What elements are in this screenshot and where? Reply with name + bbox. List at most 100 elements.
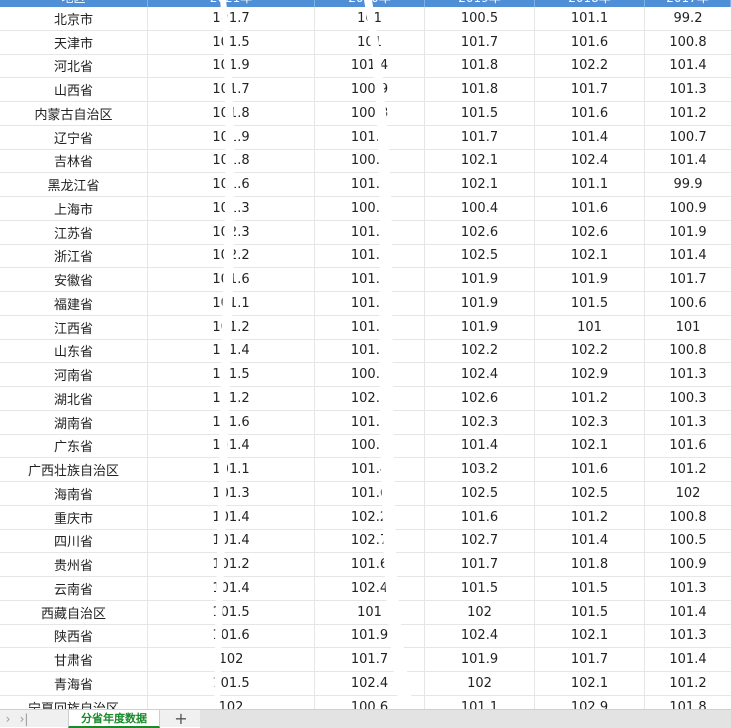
value-cell[interactable]: 100.5 [645,530,731,553]
region-cell[interactable]: 湖南省 [0,410,148,434]
value-cell[interactable]: 101.6 [535,102,645,125]
value-cell[interactable]: 101.1 [148,292,315,315]
value-cell[interactable]: 102.4 [535,149,645,173]
value-cell[interactable]: 100.8 [315,434,425,458]
value-cell[interactable]: 101.3 [645,411,731,434]
region-cell[interactable]: 山东省 [0,339,148,363]
value-cell[interactable]: 101.4 [315,54,425,78]
value-cell[interactable]: 102 [645,482,731,505]
value-cell[interactable]: 101.9 [425,268,535,291]
value-cell[interactable]: 100.8 [645,340,731,363]
value-cell[interactable]: 101.2 [645,458,731,481]
value-cell[interactable]: 102.2 [535,54,645,78]
value-cell[interactable]: 103.2 [425,458,535,481]
region-cell[interactable]: 宁夏回族自治区 [0,695,148,709]
value-cell[interactable]: 101 [315,7,425,30]
value-cell[interactable]: 101.8 [148,102,315,125]
region-cell[interactable]: 西藏自治区 [0,600,148,624]
region-cell[interactable]: 江西省 [0,315,148,339]
value-cell[interactable]: 101.4 [315,458,425,481]
value-cell[interactable]: 101.2 [535,505,645,529]
value-cell[interactable]: 101.5 [535,292,645,315]
value-cell[interactable]: 102.4 [425,624,535,648]
value-cell[interactable]: 102.2 [315,505,425,529]
value-cell[interactable]: 100.9 [645,553,731,576]
value-cell[interactable]: 101.4 [645,150,731,173]
sheet-tab-active[interactable]: 分省年度数据 [68,709,160,728]
value-cell[interactable]: 102 [425,672,535,695]
value-cell[interactable]: 100.5 [425,7,535,30]
value-cell[interactable]: 101.9 [315,624,425,648]
value-cell[interactable]: 101.9 [425,292,535,315]
region-cell[interactable]: 四川省 [0,529,148,553]
value-cell[interactable]: 102.7 [425,529,535,553]
value-cell[interactable]: 101.9 [148,54,315,78]
value-cell[interactable]: 101.5 [148,363,315,386]
value-cell[interactable]: 100.8 [315,149,425,173]
value-cell[interactable]: 101.8 [535,553,645,576]
value-cell[interactable]: 100.7 [645,126,731,149]
value-cell[interactable]: 101.3 [315,410,425,434]
value-cell[interactable]: 101.7 [148,7,315,30]
value-cell[interactable]: 101.9 [425,648,535,671]
value-cell[interactable]: 101.3 [148,197,315,220]
region-cell[interactable]: 陕西省 [0,624,148,648]
value-cell[interactable]: 102.4 [315,577,425,600]
value-cell[interactable]: 101.9 [148,125,315,149]
value-cell[interactable]: 101.6 [535,458,645,481]
value-cell[interactable]: 101.4 [645,648,731,671]
value-cell[interactable]: 102.1 [425,173,535,196]
value-cell[interactable]: 101 [535,315,645,339]
value-cell[interactable]: 100.4 [425,197,535,220]
value-cell[interactable]: 101.2 [315,244,425,268]
value-cell[interactable]: 101.9 [645,221,731,244]
value-cell[interactable]: 101.8 [425,54,535,78]
value-cell[interactable]: 102 [148,648,315,671]
region-cell[interactable]: 吉林省 [0,149,148,173]
value-cell[interactable]: 101.8 [148,149,315,173]
value-cell[interactable]: 101.4 [645,245,731,268]
region-cell[interactable]: 海南省 [0,482,148,505]
region-cell[interactable]: 内蒙古自治区 [0,102,148,125]
value-cell[interactable]: 101.4 [148,339,315,363]
region-cell[interactable]: 甘肃省 [0,648,148,671]
value-cell[interactable]: 101.6 [535,30,645,54]
column-header-2[interactable]: 2020年 [315,0,425,7]
value-cell[interactable]: 101.4 [148,577,315,600]
value-cell[interactable]: 102.5 [425,244,535,268]
value-cell[interactable]: 101.7 [535,648,645,671]
column-header-4[interactable]: 2018年 [535,0,645,7]
add-sheet-button[interactable]: + [172,709,190,728]
value-cell[interactable]: 101.6 [148,173,315,196]
column-header-5[interactable]: 2017年 [645,0,731,7]
region-cell[interactable]: 上海市 [0,197,148,220]
column-header-1[interactable]: 2021年 [148,0,315,7]
value-cell[interactable]: 99.9 [645,173,731,196]
value-cell[interactable]: 101.6 [315,268,425,291]
value-cell[interactable]: 101.5 [148,672,315,695]
value-cell[interactable]: 101.4 [535,529,645,553]
value-cell[interactable]: 101.6 [315,482,425,505]
region-cell[interactable]: 北京市 [0,7,148,30]
value-cell[interactable]: 102.1 [535,434,645,458]
value-cell[interactable]: 102.2 [425,339,535,363]
value-cell[interactable]: 101 [645,316,731,339]
region-cell[interactable]: 山西省 [0,78,148,101]
region-cell[interactable]: 天津市 [0,30,148,54]
value-cell[interactable]: 100.8 [645,31,731,54]
value-cell[interactable]: 102.2 [535,339,645,363]
value-cell[interactable]: 102.1 [425,149,535,173]
value-cell[interactable]: 101.3 [315,292,425,315]
value-cell[interactable]: 102.4 [315,672,425,695]
value-cell[interactable]: 101.7 [148,78,315,101]
value-cell[interactable]: 101.1 [148,458,315,481]
value-cell[interactable]: 101.7 [535,78,645,101]
region-cell[interactable]: 黑龙江省 [0,173,148,196]
value-cell[interactable]: 101.2 [148,387,315,410]
value-cell[interactable]: 102.5 [535,482,645,505]
value-cell[interactable]: 101.5 [535,600,645,624]
value-cell[interactable]: 101.4 [425,434,535,458]
value-cell[interactable]: 102.7 [315,529,425,553]
value-cell[interactable]: 102.5 [425,482,535,505]
value-cell[interactable]: 101 [315,30,425,54]
